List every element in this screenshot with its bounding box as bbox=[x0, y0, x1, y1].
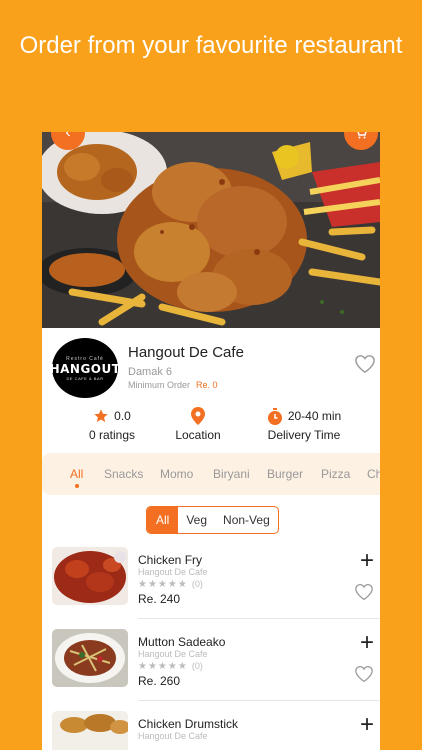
item-image bbox=[52, 711, 128, 750]
plus-icon: + bbox=[359, 629, 374, 656]
tab-burger[interactable]: Burger bbox=[267, 467, 303, 481]
item-price: Re. 260 bbox=[138, 674, 181, 688]
tab-biryani[interactable]: Biryani bbox=[213, 467, 250, 481]
heart-icon bbox=[355, 355, 375, 374]
location-label: Location bbox=[175, 428, 221, 442]
location-pin-icon bbox=[191, 407, 205, 425]
minimum-order: Minimum Order Re. 0 bbox=[128, 380, 218, 390]
item-image bbox=[52, 629, 128, 687]
category-tabs: All Snacks Momo Biryani Burger Pizza Ch bbox=[42, 453, 380, 495]
item-restaurant: Hangout De Cafe bbox=[138, 731, 208, 741]
tab-ch[interactable]: Ch bbox=[367, 467, 380, 481]
rating-stat: 0.0 0 ratings bbox=[80, 406, 144, 442]
delivery-time: 20-40 min bbox=[287, 409, 342, 423]
favorite-restaurant-button[interactable] bbox=[354, 354, 376, 379]
menu-item[interactable]: Chicken Fry Hangout De Cafe ★★★★★ (0) Re.… bbox=[42, 540, 380, 620]
add-to-cart-button[interactable]: + bbox=[359, 629, 374, 656]
item-stars: ★★★★★ bbox=[138, 661, 188, 672]
hero-image: ‹ bbox=[42, 132, 380, 328]
item-rating: ★★★★★ (0) bbox=[138, 579, 203, 590]
item-restaurant: Hangout De Cafe bbox=[138, 567, 208, 577]
item-name: Mutton Sadeako bbox=[138, 635, 226, 649]
menu-item[interactable]: Mutton Sadeako Hangout De Cafe ★★★★★ (0) … bbox=[42, 622, 380, 702]
item-rating: ★★★★★ (0) bbox=[138, 661, 203, 672]
headline: Order from your favourite restaurant bbox=[19, 32, 403, 59]
favorite-item-button[interactable] bbox=[354, 665, 374, 688]
add-to-cart-button[interactable]: + bbox=[359, 547, 374, 574]
chevron-left-icon: ‹ bbox=[65, 132, 71, 141]
timer-icon bbox=[267, 407, 282, 425]
minimum-order-label: Minimum Order bbox=[128, 380, 191, 390]
item-name: Chicken Fry bbox=[138, 553, 203, 567]
divider bbox=[138, 618, 380, 619]
item-price: Re. 240 bbox=[138, 592, 181, 606]
item-restaurant: Hangout De Cafe bbox=[138, 649, 208, 659]
tab-all[interactable]: All bbox=[70, 467, 83, 481]
item-name: Chicken Drumstick bbox=[138, 717, 239, 731]
restaurant-logo: Restro Café HANGOUT DE CAFE & BAR bbox=[50, 338, 120, 398]
restaurant-name: Hangout De Cafe bbox=[128, 344, 244, 361]
favorite-item-button[interactable] bbox=[354, 583, 374, 606]
cart-icon bbox=[357, 132, 367, 139]
delivery-stat: 20-40 min Delivery Time bbox=[256, 406, 352, 442]
plus-icon: + bbox=[359, 547, 374, 574]
item-stars: ★★★★★ bbox=[138, 579, 188, 590]
rating-label: 0 ratings bbox=[88, 428, 136, 442]
rating-value: 0.0 bbox=[114, 409, 131, 423]
add-to-cart-button[interactable]: + bbox=[359, 711, 374, 738]
restaurant-card: ‹ Restro Café HANGOUT DE CAFE & BAR Hang… bbox=[42, 132, 380, 750]
star-icon bbox=[94, 409, 108, 422]
heart-icon bbox=[355, 665, 373, 683]
plus-icon: + bbox=[359, 711, 374, 738]
diet-filter: All Veg Non-Veg bbox=[146, 506, 279, 534]
delivery-label: Delivery Time bbox=[267, 428, 341, 442]
item-rating-count: (0) bbox=[191, 579, 203, 589]
heart-icon bbox=[355, 583, 373, 601]
tab-snacks[interactable]: Snacks bbox=[104, 467, 143, 481]
filter-veg[interactable]: Veg bbox=[178, 507, 215, 533]
filter-all[interactable]: All bbox=[147, 507, 179, 533]
active-tab-indicator bbox=[75, 484, 79, 488]
stats-row: 0.0 0 ratings Location 20-40 min Deliver… bbox=[42, 406, 380, 446]
tab-pizza[interactable]: Pizza bbox=[321, 467, 350, 481]
item-image bbox=[52, 547, 128, 605]
minimum-order-value: Re. 0 bbox=[196, 380, 218, 390]
divider bbox=[138, 700, 380, 701]
item-rating-count: (0) bbox=[191, 661, 203, 671]
tab-momo[interactable]: Momo bbox=[160, 467, 193, 481]
location-button[interactable]: Location bbox=[164, 406, 232, 442]
restaurant-address: Damak 6 bbox=[128, 366, 173, 378]
filter-non-veg[interactable]: Non-Veg bbox=[215, 507, 278, 533]
menu-item[interactable]: Chicken Drumstick Hangout De Cafe + bbox=[42, 704, 380, 750]
